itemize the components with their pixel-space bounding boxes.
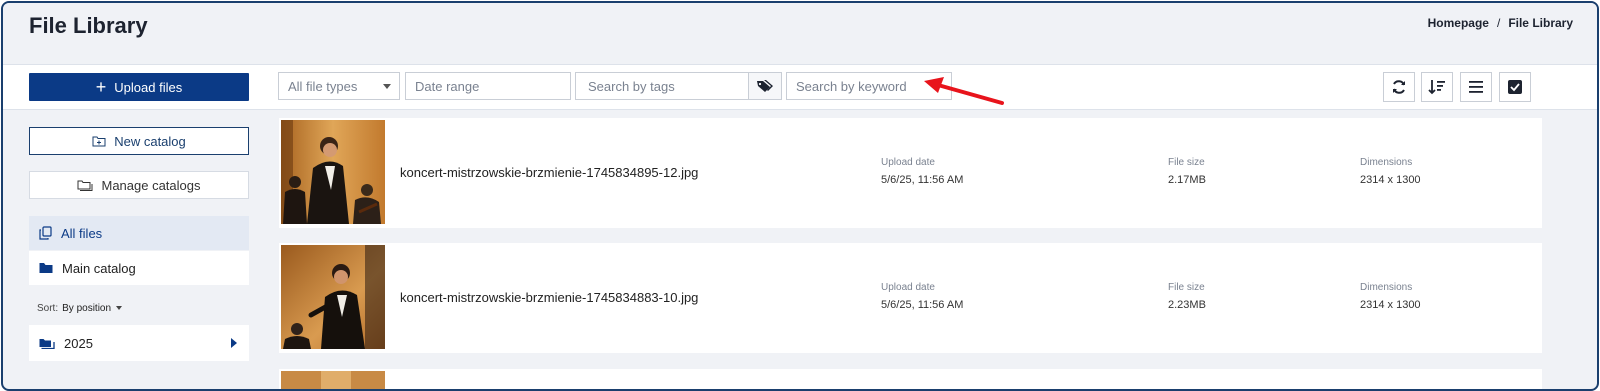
file-type-select[interactable]: All file types — [278, 72, 400, 100]
folder-icon — [39, 263, 53, 273]
folder-plus-icon — [92, 136, 106, 147]
copy-icon — [39, 226, 52, 240]
new-catalog-label: New catalog — [114, 133, 186, 149]
sidebar-item-folder-2025[interactable]: 2025 — [29, 325, 249, 361]
upload-date-value: 5/6/25, 11:56 AM — [881, 174, 964, 186]
sort-value: By position — [62, 303, 112, 314]
select-mode-button[interactable] — [1499, 72, 1531, 102]
file-row[interactable]: koncert-mistrzowskie-brzmienie-174583489… — [279, 118, 1542, 228]
file-name[interactable]: koncert-mistrzowskie-brzmienie-174583488… — [400, 290, 698, 305]
date-range-input[interactable]: Date range — [405, 72, 571, 100]
file-size-label: File size — [1168, 157, 1205, 168]
dimensions-label: Dimensions — [1360, 282, 1413, 293]
dimensions-label: Dimensions — [1360, 157, 1413, 168]
plus-icon: + — [95, 77, 107, 97]
refresh-button[interactable] — [1383, 72, 1415, 102]
page-header: File Library Homepage / File Library — [3, 3, 1597, 63]
sidebar-item-label: Main catalog — [62, 260, 136, 276]
upload-date-value: 5/6/25, 11:56 AM — [881, 299, 964, 311]
breadcrumb-current: File Library — [1508, 16, 1573, 30]
file-thumbnail[interactable] — [281, 245, 385, 349]
sort-label: Sort: — [37, 303, 59, 314]
upload-files-label: Upload files — [114, 79, 183, 95]
manage-catalogs-button[interactable]: Manage catalogs — [29, 171, 249, 199]
refresh-icon — [1393, 80, 1405, 94]
chevron-down-icon — [383, 84, 391, 89]
breadcrumb-separator: / — [1496, 16, 1501, 30]
folders-icon — [39, 339, 55, 349]
upload-date: Upload date 5/6/25, 11:56 AM — [881, 157, 963, 186]
file-size: File size 2.17MB — [1168, 157, 1206, 186]
file-size-label: File size — [1168, 282, 1205, 293]
chevron-down-icon — [116, 306, 123, 311]
file-type-value: All file types — [288, 78, 358, 94]
list-view-button[interactable] — [1460, 72, 1492, 102]
annotation-arrow — [924, 77, 1004, 105]
sidebar-item-all-files[interactable]: All files — [29, 216, 249, 250]
caret-right-icon[interactable] — [231, 338, 237, 348]
sidebar-item-label: All files — [61, 225, 103, 241]
file-size: File size 2.23MB — [1168, 282, 1206, 311]
file-row[interactable] — [279, 369, 1542, 389]
date-range-placeholder: Date range — [415, 78, 480, 94]
file-thumbnail[interactable] — [281, 120, 385, 224]
list-view-icon — [1469, 81, 1483, 93]
dimensions-value: 2314 x 1300 — [1360, 174, 1421, 186]
file-size-value: 2.23MB — [1168, 299, 1206, 311]
tags-search-placeholder: Search by tags — [588, 78, 675, 94]
keyword-search-placeholder: Search by keyword — [796, 78, 907, 94]
dimensions: Dimensions 2314 x 1300 — [1360, 157, 1421, 186]
folders-icon — [77, 180, 93, 191]
sort-button[interactable] — [1421, 72, 1453, 102]
tag-filter-button[interactable] — [748, 72, 782, 100]
toolbar: + Upload files All file types Date range… — [3, 64, 1597, 110]
upload-date-label: Upload date — [881, 157, 935, 168]
breadcrumb: Homepage / File Library — [1428, 16, 1573, 30]
file-size-value: 2.17MB — [1168, 174, 1206, 186]
upload-files-button[interactable]: + Upload files — [29, 73, 249, 101]
sort-icon — [1428, 80, 1445, 95]
file-name[interactable]: koncert-mistrzowskie-brzmienie-174583489… — [400, 165, 698, 180]
page-title: File Library — [29, 13, 148, 38]
file-library-window: File Library Homepage / File Library + Upl… — [1, 1, 1599, 391]
file-thumbnail[interactable] — [281, 371, 385, 389]
dimensions: Dimensions 2314 x 1300 — [1360, 282, 1421, 311]
tag-icon — [757, 80, 773, 92]
dimensions-value: 2314 x 1300 — [1360, 299, 1421, 311]
tags-search-input[interactable]: Search by tags — [575, 72, 749, 100]
upload-date: Upload date 5/6/25, 11:56 AM — [881, 282, 963, 311]
manage-catalogs-label: Manage catalogs — [101, 177, 201, 193]
sidebar-item-main-catalog[interactable]: Main catalog — [29, 251, 249, 285]
sidebar-item-label: 2025 — [64, 335, 93, 351]
sort-selector[interactable]: Sort: By position — [37, 303, 123, 314]
breadcrumb-homepage-link[interactable]: Homepage — [1428, 16, 1489, 30]
new-catalog-button[interactable]: New catalog — [29, 127, 249, 155]
upload-date-label: Upload date — [881, 282, 935, 293]
file-row[interactable]: koncert-mistrzowskie-brzmienie-174583488… — [279, 243, 1542, 353]
select-all-icon — [1508, 80, 1522, 94]
